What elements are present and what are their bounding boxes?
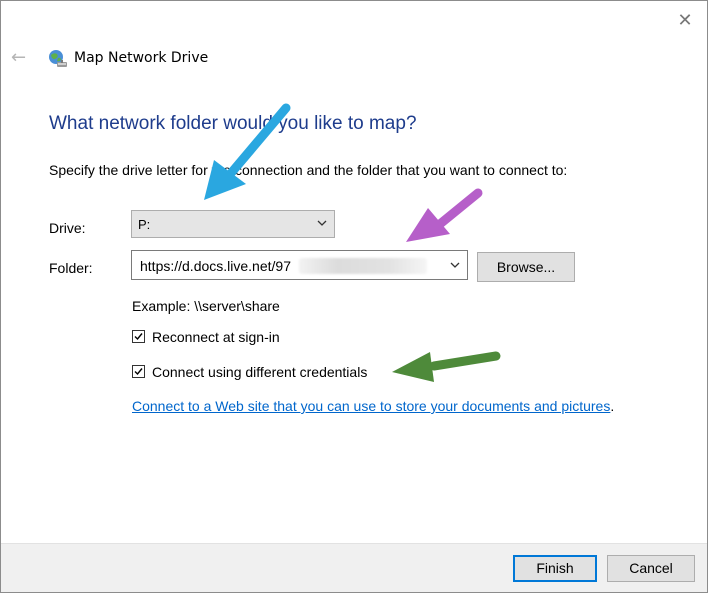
page-heading: What network folder would you like to ma… (49, 113, 417, 134)
chevron-down-icon (317, 220, 327, 226)
reconnect-label: Reconnect at sign-in (152, 329, 280, 345)
checkmark-icon (134, 368, 143, 376)
chevron-down-icon[interactable] (449, 259, 461, 271)
credentials-checkbox[interactable] (132, 365, 145, 378)
checkmark-icon (134, 333, 143, 341)
example-text: Example: \\server\share (132, 298, 280, 314)
link-suffix: . (610, 398, 615, 414)
folder-value: https://d.docs.live.net/97 (140, 258, 291, 274)
drive-value: P: (138, 217, 151, 232)
back-arrow-icon[interactable]: ← (11, 48, 31, 68)
browse-button[interactable]: Browse... (477, 252, 575, 282)
instructions-text: Specify the drive letter for the connect… (49, 162, 568, 178)
folder-input[interactable]: https://d.docs.live.net/97 (131, 250, 468, 280)
close-icon[interactable]: ✕ (673, 9, 697, 33)
network-drive-icon (49, 50, 67, 67)
web-site-link[interactable]: Connect to a Web site that you can use t… (132, 398, 610, 414)
drive-select[interactable]: P: (131, 210, 335, 238)
dialog-footer: Finish Cancel (1, 543, 707, 592)
map-network-drive-dialog: ✕ ← Map Network Drive What network folde… (0, 0, 708, 593)
reconnect-checkbox[interactable] (132, 330, 145, 343)
web-site-link-row: Connect to a Web site that you can use t… (132, 398, 614, 414)
finish-button[interactable]: Finish (513, 555, 597, 582)
window-title: Map Network Drive (74, 50, 209, 66)
folder-label: Folder: (49, 260, 93, 276)
credentials-label: Connect using different credentials (152, 364, 368, 380)
cancel-button[interactable]: Cancel (607, 555, 695, 582)
drive-label: Drive: (49, 220, 86, 236)
redacted-text (299, 258, 427, 274)
